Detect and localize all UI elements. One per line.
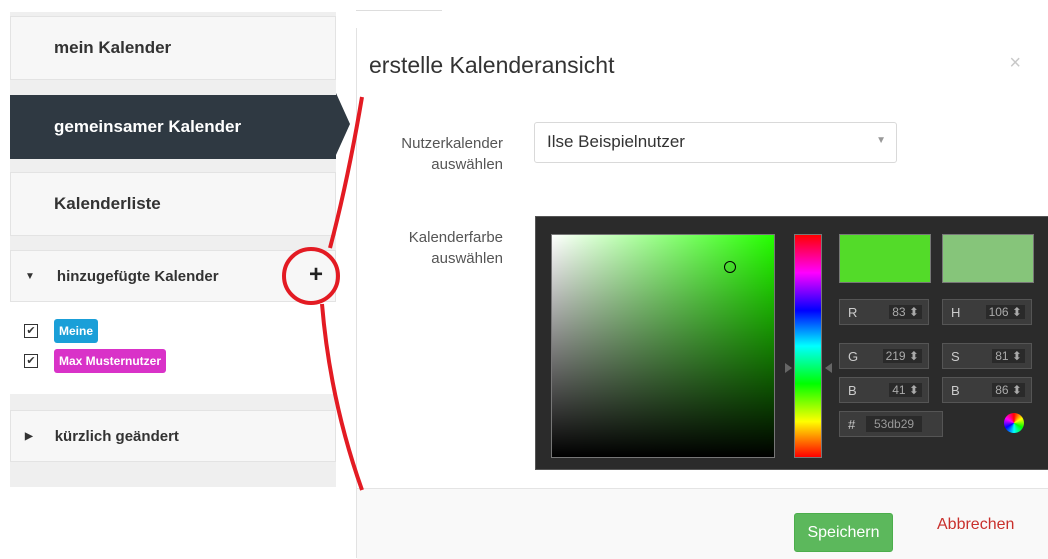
annotation-line-upper — [328, 96, 364, 249]
annotation-circle — [282, 247, 340, 305]
annotation-overlay — [282, 96, 364, 491]
annotation-line-lower — [320, 303, 364, 491]
